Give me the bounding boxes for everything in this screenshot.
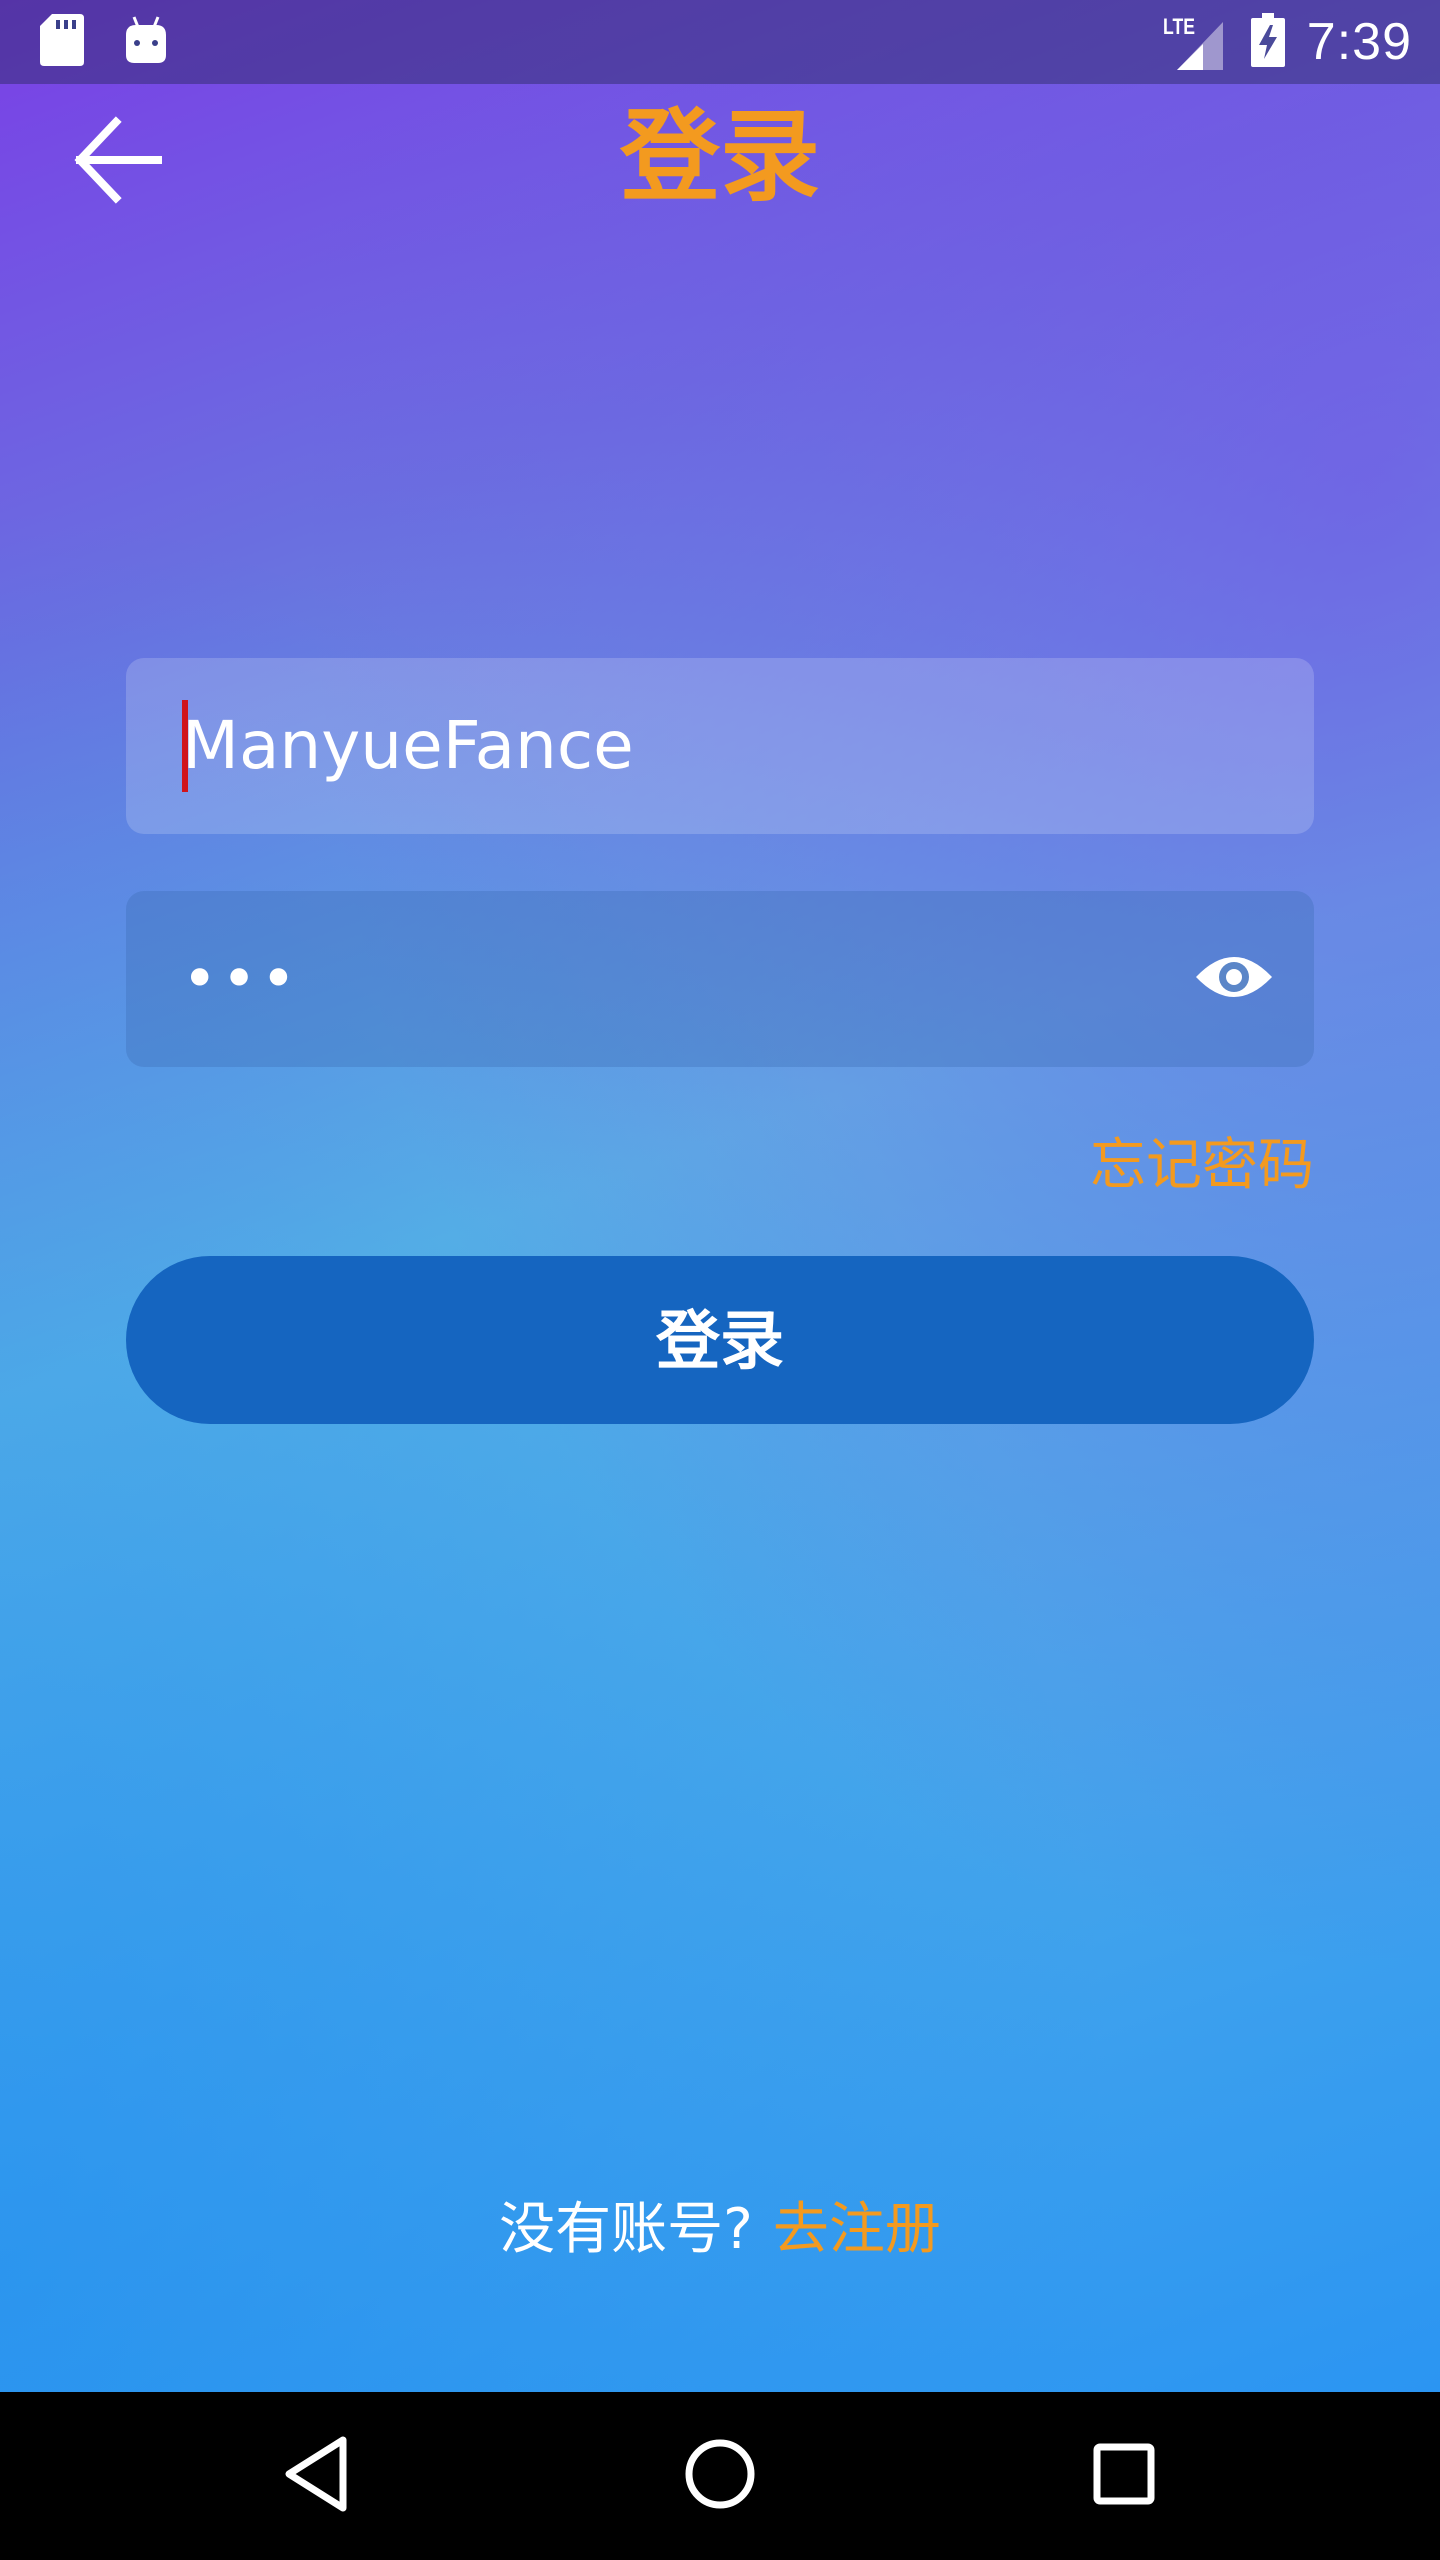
- screen: LTE 7:39 登录 ManyueFance ••• 忘记密码 登录 没有账号…: [0, 0, 1440, 2560]
- signal-lte-icon: LTE: [1163, 14, 1229, 70]
- login-button[interactable]: 登录: [126, 1256, 1314, 1424]
- nav-recents-button[interactable]: [1074, 2426, 1174, 2526]
- navigation-bar: [0, 2392, 1440, 2560]
- status-left-icons: [40, 14, 168, 70]
- register-link[interactable]: 去注册: [773, 2197, 941, 2262]
- no-account-prompt: 没有账号?: [499, 2197, 753, 2262]
- android-debug-icon: [124, 15, 168, 69]
- toolbar: 登录: [0, 84, 1440, 230]
- status-time: 7:39: [1306, 13, 1412, 71]
- password-field[interactable]: •••: [126, 891, 1314, 1067]
- nav-home-button[interactable]: [670, 2426, 770, 2526]
- username-field[interactable]: ManyueFance: [126, 658, 1314, 834]
- password-value: •••: [182, 944, 301, 1014]
- status-bar: LTE 7:39: [0, 0, 1440, 84]
- nav-back-icon: [281, 2434, 351, 2518]
- eye-icon: [1194, 949, 1274, 1009]
- status-right-icons: LTE 7:39: [1163, 0, 1412, 84]
- text-cursor: [182, 700, 188, 792]
- sd-card-icon: [40, 14, 84, 70]
- forgot-password-link[interactable]: 忘记密码: [1090, 1120, 1314, 1201]
- nav-recents-icon: [1092, 2442, 1156, 2510]
- register-row: 没有账号? 去注册: [0, 2190, 1440, 2270]
- nav-back-button[interactable]: [266, 2426, 366, 2526]
- username-value: ManyueFance: [182, 707, 634, 784]
- page-title: 登录: [620, 98, 820, 215]
- battery-charging-icon: [1250, 13, 1285, 71]
- toggle-password-visibility-button[interactable]: [1194, 939, 1274, 1019]
- nav-home-icon: [683, 2437, 757, 2515]
